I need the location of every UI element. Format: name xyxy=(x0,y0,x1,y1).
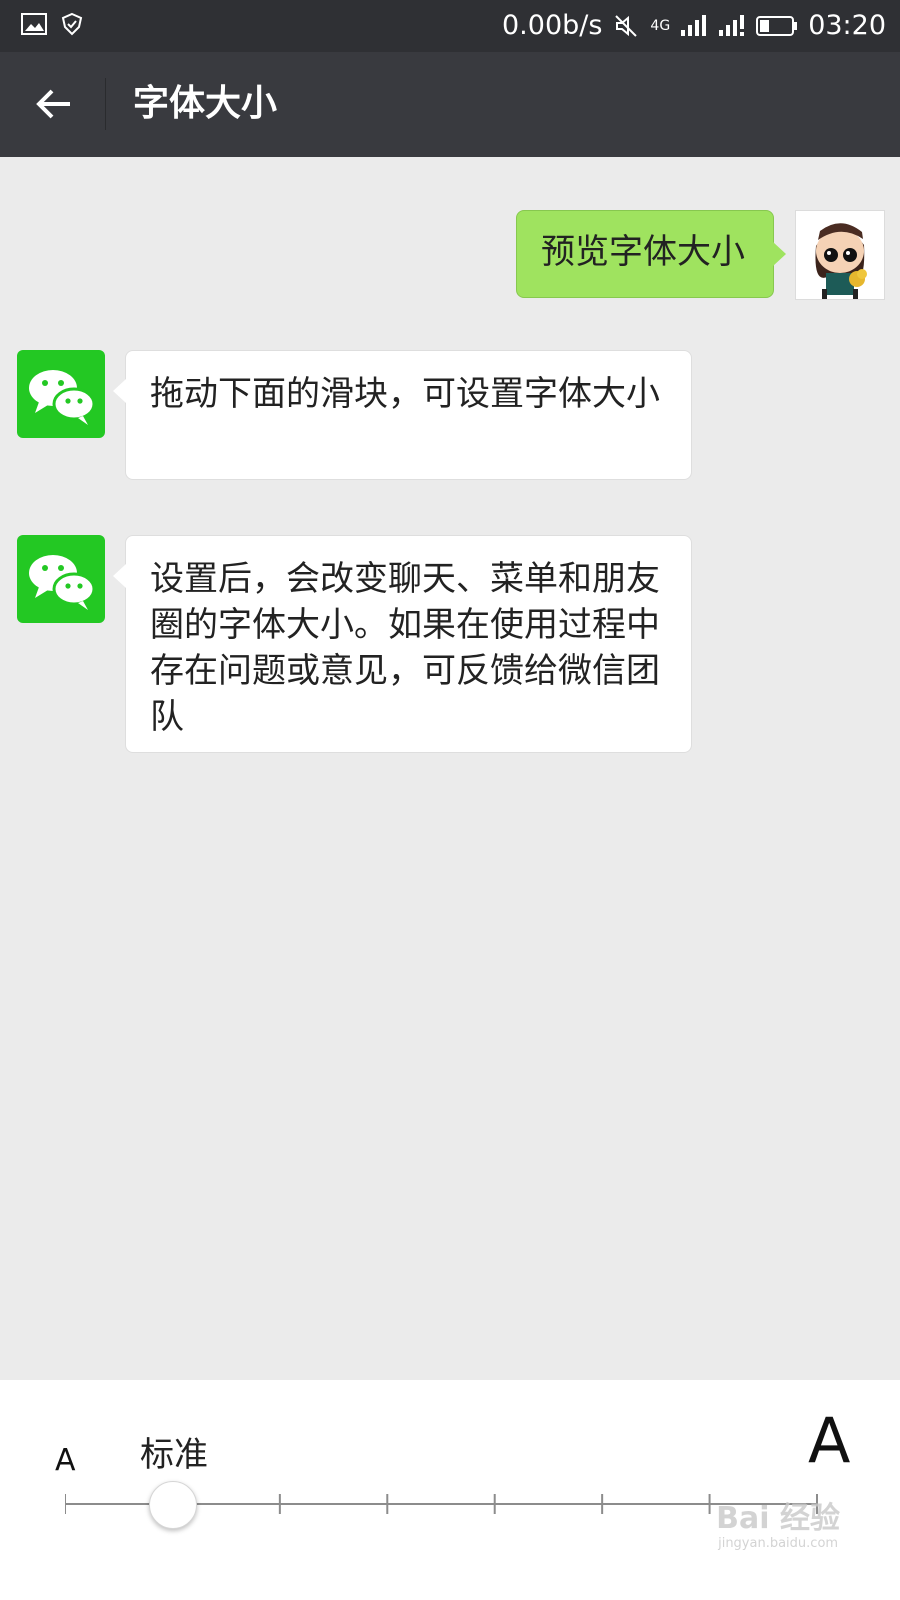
font-size-panel: A 标准 A Bai 经验 jingyan.baidu.com xyxy=(0,1380,900,1600)
watermark-url: jingyan.baidu.com xyxy=(718,1536,839,1551)
large-font-label: A xyxy=(808,1404,851,1477)
network-type: 4G xyxy=(650,18,671,34)
status-right-icons: 0.00b/s 4G 03:20 xyxy=(502,8,886,44)
signal-icon xyxy=(681,15,707,36)
user-message-bubble: 预览字体大小 xyxy=(516,210,786,298)
signal-icon-2 xyxy=(719,15,745,36)
user-avatar xyxy=(795,210,885,300)
wechat-avatar xyxy=(17,350,105,438)
watermark: Bai 经验 jingyan.baidu.com xyxy=(716,1501,840,1552)
wechat-logo-icon xyxy=(29,370,96,425)
user-message-text: 预览字体大小 xyxy=(541,232,745,272)
battery-icon xyxy=(756,16,798,36)
toolbar-divider xyxy=(105,78,106,130)
status-bar: 0.00b/s 4G 03:20 xyxy=(0,0,900,52)
mute-icon xyxy=(615,15,638,37)
chat-message-text: 拖动下面的滑块，可设置字体大小 xyxy=(150,374,660,414)
arrow-left-icon xyxy=(36,89,70,119)
chat-message-bubble: 拖动下面的滑块，可设置字体大小 xyxy=(113,350,692,480)
status-left-icons xyxy=(20,12,84,36)
image-notification-icon xyxy=(21,13,47,35)
network-speed: 0.00b/s xyxy=(502,10,603,41)
user-avatar-image-icon xyxy=(796,211,884,299)
chat-preview: 预览字体大小 拖动下面的滑块，可设置字体大小 设置后，会改变聊天、菜单和朋友圈的… xyxy=(0,157,900,1380)
small-font-label: A xyxy=(55,1443,76,1478)
toolbar: 字体大小 xyxy=(0,52,900,157)
wechat-logo-icon xyxy=(29,555,96,610)
page-title: 字体大小 xyxy=(133,83,278,124)
watermark-brand: Bai 经验 xyxy=(716,1501,840,1536)
chat-message-text: 设置后，会改变聊天、菜单和朋友圈的字体大小。如果在使用过程中存在问题或意见，可反… xyxy=(150,559,660,737)
back-button[interactable] xyxy=(28,78,80,130)
standard-font-label: 标准 xyxy=(140,1435,208,1475)
security-shield-icon xyxy=(61,12,83,36)
chat-message-bubble: 设置后，会改变聊天、菜单和朋友圈的字体大小。如果在使用过程中存在问题或意见，可反… xyxy=(113,535,692,753)
clock: 03:20 xyxy=(808,10,886,41)
wechat-avatar xyxy=(17,535,105,623)
